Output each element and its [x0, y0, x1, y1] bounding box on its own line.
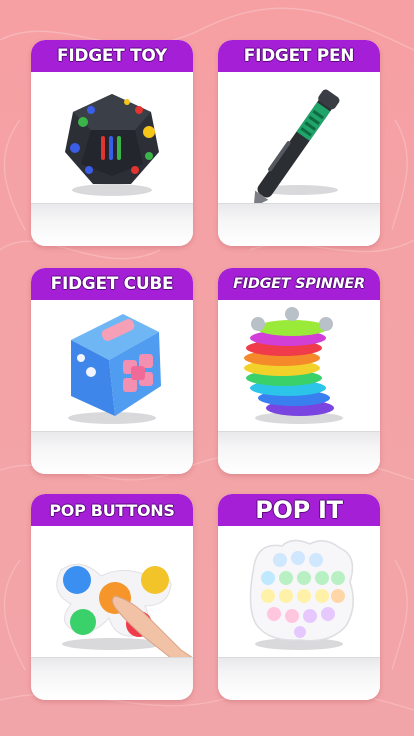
card-banner: FIDGET SPINNER [218, 268, 380, 300]
card-shelf [218, 203, 380, 246]
card-banner: FIDGET PEN [218, 40, 380, 72]
fidget-pen-image [253, 89, 340, 204]
card-title: FIDGET SPINNER [233, 276, 365, 292]
card-fidget-cube[interactable]: FIDGET CUBE [31, 268, 193, 474]
card-banner: FIDGET TOY [31, 40, 193, 72]
fidget-toy-image [65, 94, 159, 196]
card-title: POP BUTTONS [49, 500, 175, 520]
card-shelf [218, 431, 380, 474]
card-banner: POP IT [218, 494, 380, 526]
card-fidget-toy[interactable]: FIDGET TOY [31, 40, 193, 246]
card-fidget-pen[interactable]: FIDGET PEN [218, 40, 380, 246]
card-shelf [31, 657, 193, 700]
card-shelf [31, 203, 193, 246]
card-title: FIDGET CUBE [50, 274, 174, 294]
card-fidget-spinner[interactable]: FIDGET SPINNER [218, 268, 380, 474]
card-title: POP IT [255, 496, 343, 524]
fidget-spinner-image [244, 307, 343, 424]
pop-it-image [249, 539, 354, 650]
pop-buttons-image [56, 563, 193, 658]
card-title: FIDGET TOY [57, 46, 167, 66]
card-shelf [218, 657, 380, 700]
card-banner: POP BUTTONS [31, 494, 193, 526]
card-shelf [31, 431, 193, 474]
card-title: FIDGET PEN [243, 46, 355, 66]
fidget-cube-image [68, 314, 161, 424]
card-pop-buttons[interactable]: POP BUTTONS [31, 494, 193, 700]
card-banner: FIDGET CUBE [31, 268, 193, 300]
card-pop-it[interactable]: POP IT [218, 494, 380, 700]
